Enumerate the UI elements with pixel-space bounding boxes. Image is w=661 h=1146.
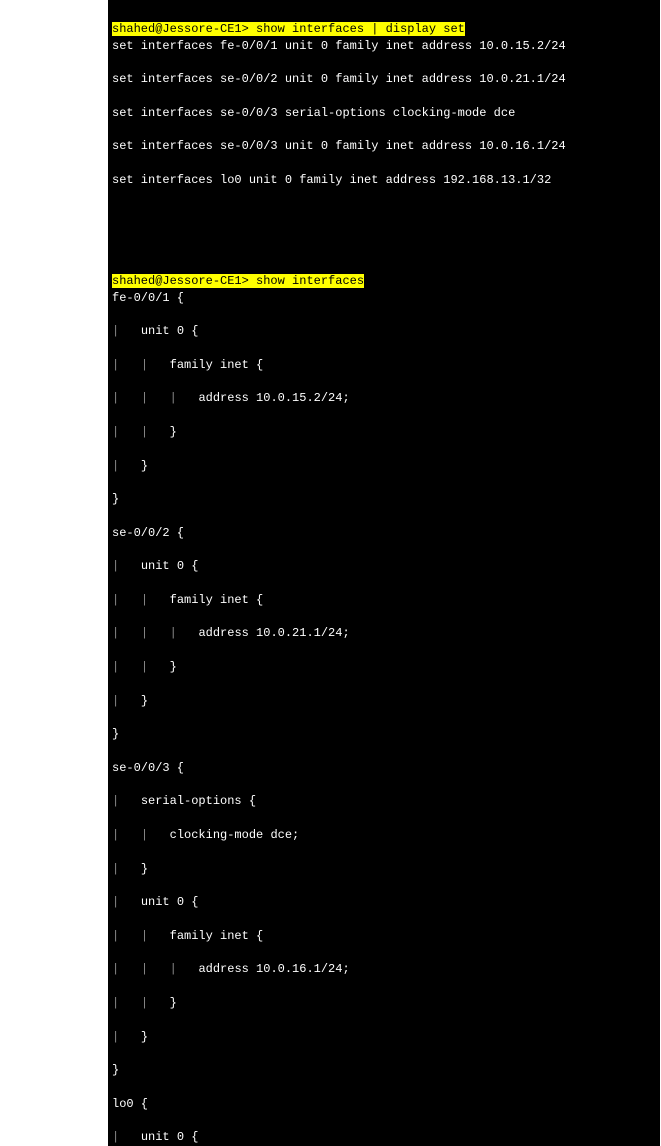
cfg-line: | | | address 10.0.21.1/24; bbox=[112, 625, 660, 642]
cfg-line: | } bbox=[112, 458, 660, 475]
cfg-line: fe-0/0/1 { bbox=[112, 290, 660, 307]
output-line: set interfaces se-0/0/2 unit 0 family in… bbox=[112, 71, 660, 88]
output-line: set interfaces lo0 unit 0 family inet ad… bbox=[112, 172, 660, 189]
blank-line bbox=[112, 206, 660, 223]
cfg-line: | | } bbox=[112, 995, 660, 1012]
cfg-line: | | family inet { bbox=[112, 357, 660, 374]
cfg-line: | unit 0 { bbox=[112, 1129, 660, 1146]
cfg-line: | | | address 10.0.16.1/24; bbox=[112, 961, 660, 978]
cfg-line: | | } bbox=[112, 424, 660, 441]
cfg-line: lo0 { bbox=[112, 1096, 660, 1113]
cfg-line: se-0/0/2 { bbox=[112, 525, 660, 542]
cfg-line: | } bbox=[112, 861, 660, 878]
cfg-line: | | clocking-mode dce; bbox=[112, 827, 660, 844]
cfg-line: | | } bbox=[112, 659, 660, 676]
cfg-line: } bbox=[112, 1062, 660, 1079]
cfg-line: | | | address 10.0.15.2/24; bbox=[112, 390, 660, 407]
output-line: set interfaces se-0/0/3 serial-options c… bbox=[112, 105, 660, 122]
command-1[interactable]: show interfaces | display set bbox=[249, 22, 465, 36]
cfg-line: } bbox=[112, 726, 660, 743]
cfg-line: | } bbox=[112, 693, 660, 710]
cfg-line: | unit 0 { bbox=[112, 323, 660, 340]
output-line: set interfaces se-0/0/3 unit 0 family in… bbox=[112, 138, 660, 155]
output-line: set interfaces fe-0/0/1 unit 0 family in… bbox=[112, 38, 660, 55]
terminal-window: shahed@Jessore-CE1> show interfaces | di… bbox=[108, 0, 660, 1146]
cfg-line: | | family inet { bbox=[112, 928, 660, 945]
command-2[interactable]: show interfaces bbox=[249, 274, 364, 288]
prompt-1: shahed@Jessore-CE1> bbox=[112, 22, 249, 36]
cfg-line: } bbox=[112, 491, 660, 508]
prompt-2: shahed@Jessore-CE1> bbox=[112, 274, 249, 288]
cfg-line: | serial-options { bbox=[112, 793, 660, 810]
cfg-line: | } bbox=[112, 1029, 660, 1046]
cfg-line: | unit 0 { bbox=[112, 894, 660, 911]
blank-line bbox=[112, 239, 660, 256]
cfg-line: | | family inet { bbox=[112, 592, 660, 609]
cfg-line: se-0/0/3 { bbox=[112, 760, 660, 777]
